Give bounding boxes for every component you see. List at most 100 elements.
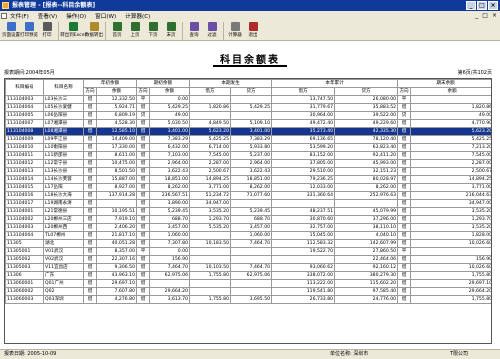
table-cell: 11305003 [5,263,44,272]
header-year-opening[interactable]: 年初余额 [82,79,138,88]
table-row[interactable]: 113060001 Q01广州借 29,697.10 借 113,222.00 115,6… [5,279,491,288]
table-cell [189,231,232,240]
table-row[interactable]: 113104014 L14长沙芙蓉借 15,887.00 借 18,851.00 14,8… [5,175,491,184]
table-cell: 借 [397,127,412,136]
header-period-activity[interactable]: 本期发生 [189,79,273,88]
table-row[interactable]: 113104003 L20郴州西借 2,406.20 借 3,457.00 5,535.2… [5,223,491,232]
table-row[interactable]: 113104009 L09平江县借 14,409.00 借 7,383.29 5,425.… [5,135,491,144]
toolbar-button-5[interactable]: 首页 [108,21,126,41]
subheader-debit[interactable]: 借方 [189,87,232,96]
toolbar-button-8[interactable]: 末页 [162,21,180,41]
toolbar-button-11[interactable]: 计算器 [226,21,244,41]
minimize-button[interactable]: _ [466,1,476,10]
table-cell: 8,262.00 [149,183,191,192]
child-restore-button[interactable]: □ [482,12,488,19]
child-close-button[interactable]: × [492,12,497,19]
table-row[interactable]: 113104011 L11新邵县借 8,611.00 借 7,103.00 7,545.0… [5,151,491,160]
table-cell: 53,599.20 [271,143,336,152]
table-cell: 湖北 [43,239,84,248]
table-row[interactable]: 113104005 L06岳阳县借 6,809.19 贷 49.00 30,964.00 3… [5,111,491,120]
toolbar-button-9[interactable]: 查询 [185,21,203,41]
close-button[interactable]: × [488,1,498,10]
table-row[interactable]: 113104003 L03长沙三借 12,332.50 平 0.00 13,747.50 2… [5,95,491,104]
table-row[interactable]: 113104001 L21常德县借 10,195.51 借 5,239.45 3,535.… [5,207,491,216]
subheader-balance[interactable]: 余额 [95,87,138,96]
subheader-credit[interactable]: 贷方 [334,87,399,96]
menu-operation[interactable]: 操作(O) [66,12,86,20]
table-cell [189,111,232,120]
header-account-name[interactable]: 科目名称 [43,79,84,96]
toolbar-button-4[interactable]: 数据转出 [85,21,103,41]
header-period-closing[interactable]: 期末余额 [397,79,491,88]
table-row[interactable]: 11305 湖北借 40,051.28 借 7,307.80 10,183.50 7,464… [5,239,491,248]
toolbar-button-10[interactable]: 过滤 [203,21,221,41]
table-cell: 借 [397,207,412,216]
table-cell: L07湘潭县 [43,119,84,128]
header-period-opening[interactable]: 期初余额 [136,79,191,88]
table-cell: 借 [83,167,97,176]
toolbar-button-0[interactable]: 页面设置 [2,21,20,41]
toolbar-button-7[interactable]: 下页 [144,21,162,41]
table-row[interactable]: 113104002 L20郴州三店借 7,919.10 借 688.70 1,293.70… [5,215,491,224]
toolbar-button-12[interactable]: 退出 [244,21,262,41]
toolbar-button-2[interactable]: 打印 [38,21,56,41]
subheader-direction[interactable]: 方向 [136,87,151,96]
header-year-cumulative[interactable]: 本年累计 [271,79,399,88]
table-cell [230,279,273,288]
table-row[interactable]: 113104017 L19湖南永清借借 3,890.00 34,947.00 借 34,9… [5,199,491,208]
table-row[interactable]: 113104004 L05长沙爱健借 5,924.71 借 5,429.25 1,820.… [5,103,491,112]
table-row[interactable]: 113104015 L17岳阳借 8,927.00 借 8,262.00 3,771.00… [5,183,491,192]
table-cell: 7,545.00 [410,151,491,160]
subheader-direction[interactable]: 方向 [397,87,412,96]
maximize-button[interactable]: □ [477,1,487,10]
table-row[interactable]: 11305001 V01武汉借 8,357.00 平 0.00 19,522.70 27,8… [5,247,491,256]
subheader-credit[interactable]: 贷方 [230,87,273,96]
table-cell: 22,307.16 [95,255,138,264]
subheader-balance[interactable]: 余额 [410,87,491,96]
last-page-icon [166,22,176,31]
table-row[interactable]: 113060003 Q03深圳借 4,276.80 借 3,613.70 1,755.80… [5,295,491,304]
menu-window[interactable]: 窗口(W) [95,12,116,20]
menu-view[interactable]: 查看(V) [38,12,57,20]
table-row[interactable]: 113104013 L13长沙县借 8,501.50 借 3,622.43 2,500.6… [5,167,491,176]
header-account-code[interactable]: 科目编号 [5,79,44,96]
table-cell: 借 [136,223,151,232]
subheader-debit[interactable]: 借方 [271,87,336,96]
table-row[interactable]: 11305002 V02武汉借 22,307.16 借 156.90 22,464.06 借… [5,255,491,264]
menu-file[interactable]: 文件(F) [10,12,29,20]
table-row[interactable]: 11305003 V11宜昌店借 9,306.50 借 7,464.70 10,103.5… [5,263,491,272]
table-cell [189,255,232,264]
table-cell: 5,933.80 [230,143,273,152]
table-cell: 113060003 [5,295,44,304]
table-row[interactable]: 113104010 L10衡阳县借 17,330.00 借 6,432.00 6,714.… [5,143,491,152]
table-row[interactable]: 113104012 L12常宁县借 10,475.00 借 2,964.00 2,287.… [5,159,491,168]
table-cell: 借 [83,191,97,200]
table-row[interactable]: 113104004 TL07郴州借 21,817.10 借 1,060.00 1,060.… [5,231,491,240]
child-minimize-button[interactable]: _ [475,12,478,19]
toolbar-button-1[interactable]: 打印预览 [20,21,38,41]
toolbar-button-6[interactable]: 上页 [126,21,144,41]
table-cell: 7,464.70 [230,239,273,248]
table-cell: L05长沙爱健 [43,103,84,112]
toolbar-button-3[interactable]: 转出到Excel [60,21,86,41]
balance-grid[interactable]: 科目编号 科目名称 年初余额 期初余额 本期发生 本年累计 期末余额 方向 余额… [4,78,492,344]
table-row[interactable]: 113104008 L08湘潭县借 12,585.10 借 3,401.00 5,623.… [5,127,491,136]
table-row[interactable]: 113060002 Q02 借 7,607.80 借 29,664.20 119,541.8… [5,287,491,296]
table-cell: 137,914.28 [95,191,138,200]
table-row[interactable]: 11306 广东借 43,963.10 借 62,975.06 1,755.80 62,97… [5,271,491,280]
table-cell: 1,755.80 [410,271,491,280]
table-cell: 14,894.25 [189,175,232,184]
next-page-icon [148,22,158,31]
table-row[interactable]: 113104007 L07湘潭县借 4,528.30 借 5,030.50 4,849.5… [5,119,491,128]
table-cell: 1,755.80 [410,295,491,304]
table-cell: 借 [397,191,412,200]
subheader-balance[interactable]: 余额 [149,87,191,96]
table-cell: 113104003 [5,223,44,232]
table-cell: 7,103.00 [149,151,191,160]
search-icon [189,22,199,31]
table-row[interactable]: 113104016 L18长沙大海借 137,914.28 借 236,567.51 51… [5,191,491,200]
subheader-direction[interactable]: 方向 [83,87,97,96]
menu-calculator[interactable]: 计算器(C) [125,12,150,20]
table-cell: 借 [397,183,412,192]
table-cell: 4,528.30 [95,119,138,128]
